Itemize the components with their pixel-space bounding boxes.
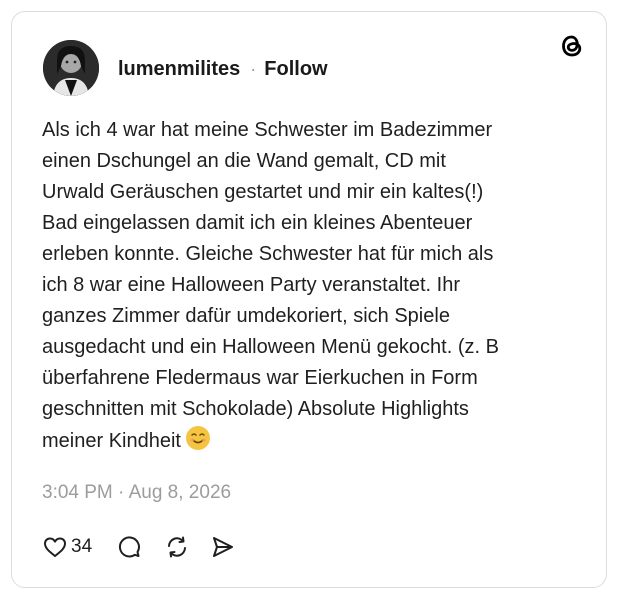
- post-text-line: ganzes Zimmer dafür umdekoriert, sich Sp…: [42, 305, 450, 327]
- separator-dot: ·: [250, 58, 257, 79]
- comment-icon: [119, 536, 141, 558]
- like-count: 34: [71, 536, 93, 557]
- post-text-line: Bad eingelassen damit ich ein kleines Ab…: [42, 212, 473, 234]
- share-button[interactable]: [210, 534, 236, 560]
- post-text-line: meiner Kindheit: [42, 430, 181, 452]
- send-icon: [213, 537, 234, 557]
- post-text: Als ich 4 war hat meine Schwester im Bad…: [42, 115, 587, 457]
- like-button[interactable]: 34: [42, 534, 92, 560]
- post-header: lumenmilites · Follow: [118, 54, 328, 84]
- follow-button[interactable]: Follow: [264, 58, 327, 81]
- post-text-line: geschnitten mit Schokolade) Absolute Hig…: [42, 398, 469, 420]
- post-text-line: Als ich 4 war hat meine Schwester im Bad…: [42, 119, 493, 141]
- smiling-face-emoji: [185, 426, 210, 450]
- username[interactable]: lumenmilites: [118, 58, 240, 81]
- reply-button[interactable]: [116, 534, 142, 560]
- post-text-line: erleben konnte. Gleiche Schwester hat fü…: [42, 243, 494, 265]
- heart-icon: [44, 537, 66, 557]
- post-timestamp: 3:04 PM · Aug 8, 2026: [42, 482, 232, 503]
- post-text-line: ich 8 war eine Halloween Party veranstal…: [42, 274, 460, 296]
- post-text-line: Urwald Geräuschen gestartet und mir ein …: [42, 181, 484, 203]
- action-bar: 34: [42, 534, 236, 560]
- repost-button[interactable]: [164, 534, 190, 560]
- avatar[interactable]: [43, 40, 99, 96]
- post-text-line: ausgedacht und ein Halloween Menü gekoch…: [42, 336, 499, 358]
- threads-logo-icon[interactable]: [558, 32, 586, 60]
- post-card: lumenmilites · Follow Als ich 4 war hat …: [11, 11, 607, 588]
- post-text-line: überfahrene Fledermaus war Eierkuchen in…: [42, 367, 478, 389]
- repost-icon: [168, 536, 187, 558]
- post-text-line: einen Dschungel an die Wand gemalt, CD m…: [42, 150, 446, 172]
